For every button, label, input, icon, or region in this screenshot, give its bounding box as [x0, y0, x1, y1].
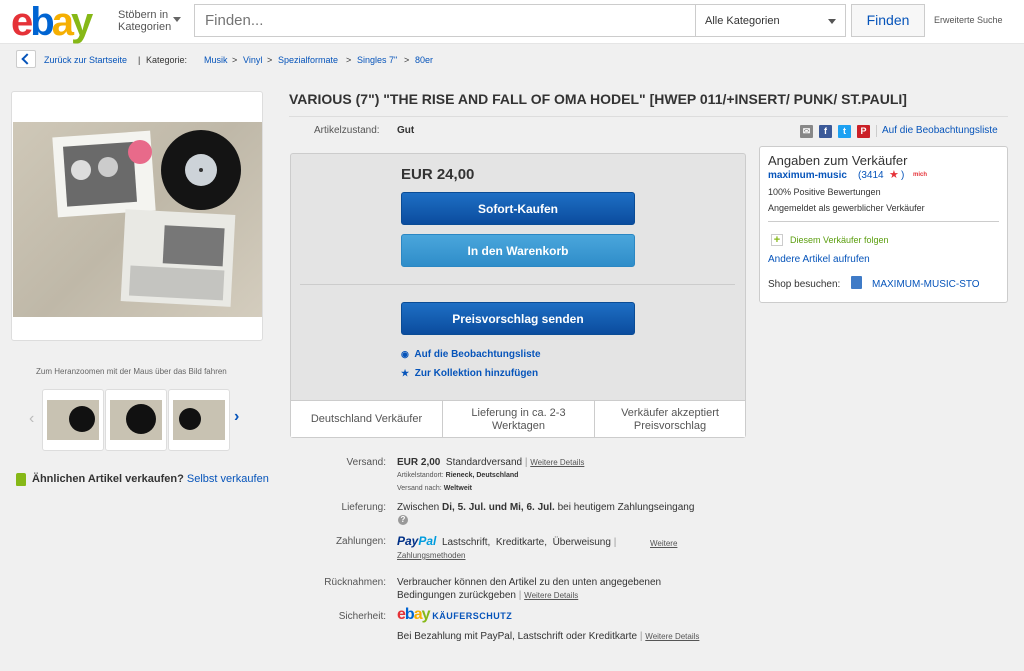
seller-positive: 100% Positive Bewertungen — [768, 187, 881, 197]
follow-seller-link[interactable]: Diesem Verkäufer folgen — [790, 235, 889, 245]
search-input[interactable] — [194, 4, 696, 37]
twitter-icon[interactable]: t — [838, 125, 851, 138]
sell-yourself-link[interactable]: Selbst verkaufen — [187, 473, 269, 485]
shipping-label: Versand: — [346, 457, 386, 468]
buy-now-button[interactable]: Sofort-Kaufen — [401, 192, 635, 225]
condition-value: Gut — [397, 125, 415, 136]
watch-link[interactable]: Auf die Beobachtungsliste — [882, 125, 998, 136]
find-button[interactable]: Finden — [851, 4, 925, 37]
browse-categories-button[interactable]: Stöbern in Kategorien — [118, 9, 178, 33]
eye-icon: ◉ — [401, 349, 409, 359]
advanced-search-link[interactable]: Erweiterte Suche — [934, 15, 1003, 25]
thumbnail-prev-icon[interactable]: ‹ — [29, 410, 34, 428]
breadcrumb-item[interactable]: Musik — [204, 55, 228, 65]
watch-list-link[interactable]: ◉ Auf die Beobachtungsliste — [401, 349, 541, 360]
seller-name-link[interactable]: maximum-music — [768, 170, 847, 181]
shipping-more-link[interactable]: Weitere Details — [530, 458, 584, 467]
breadcrumb-arrow: > — [267, 55, 273, 65]
breadcrumb-arrow: > — [346, 55, 352, 65]
security-label: Sicherheit: — [338, 611, 386, 622]
payment-more-link[interactable]: Weitere Zahlungsmethoden — [397, 538, 697, 562]
feature-strip: Deutschland Verkäufer Lieferung in ca. 2… — [291, 400, 745, 438]
breadcrumb-separator: | — [138, 55, 141, 65]
security-text: Bei Bezahlung mit PayPal, Lastschrift od… — [397, 631, 700, 642]
seller-feedback-score[interactable]: (3414 — [858, 170, 884, 181]
breadcrumb-item[interactable]: Spezialformate — [278, 55, 338, 65]
thumbnail-next-icon[interactable]: › — [234, 408, 239, 426]
returns-line-2: Bedingungen zurückgeben | Weitere Detail… — [397, 590, 579, 601]
breadcrumb-arrow: > — [232, 55, 238, 65]
star-icon: ★ — [401, 368, 410, 378]
divider — [300, 284, 735, 285]
feature-offers-accepted: Verkäufer akzeptiert Preisvorschlag — [621, 406, 719, 432]
other-items-link[interactable]: Andere Artikel aufrufen — [768, 254, 870, 265]
facebook-icon[interactable]: f — [819, 125, 832, 138]
add-collection-link[interactable]: ★ Zur Kollektion hinzufügen — [401, 368, 538, 379]
header: ebay Stöbern in Kategorien Alle Kategori… — [0, 0, 1024, 44]
price-tag-icon — [16, 473, 26, 486]
seller-title: Angaben zum Verkäufer — [768, 153, 908, 168]
breadcrumb-arrow: > — [404, 55, 410, 65]
breadcrumb-item[interactable]: Singles 7" — [357, 55, 397, 65]
item-location: Artikelstandort: Rieneck, Deutschland — [397, 472, 519, 479]
returns-more-link[interactable]: Weitere Details — [524, 591, 578, 600]
divider — [876, 125, 877, 137]
category-select[interactable]: Alle Kategorien — [695, 4, 846, 37]
returns-label: Rücknahmen: — [324, 577, 386, 588]
plus-icon[interactable]: + — [771, 234, 783, 246]
payment-label: Zahlungen: — [335, 536, 386, 547]
chevron-down-icon — [828, 19, 836, 24]
pinterest-icon[interactable]: P — [857, 125, 870, 138]
feature-german-seller: Deutschland Verkäufer — [310, 413, 423, 425]
item-title: VARIOUS (7") "THE RISE AND FALL OF OMA H… — [289, 91, 907, 107]
ebay-logo-small: ebay — [397, 606, 430, 623]
mail-icon[interactable]: ✉ — [800, 125, 813, 138]
chevron-down-icon — [173, 17, 181, 22]
product-image[interactable] — [13, 122, 262, 317]
breadcrumb-item[interactable]: Vinyl — [243, 55, 262, 65]
thumbnail-1[interactable] — [42, 389, 104, 451]
back-to-home-link[interactable]: Zurück zur Startseite — [44, 55, 127, 65]
seller-registered: Angemeldet als gewerblicher Verkäufer — [768, 203, 925, 213]
score-close: ) — [901, 170, 905, 181]
thumbnail-2[interactable] — [105, 389, 167, 451]
main-image-frame[interactable] — [11, 91, 263, 341]
breadcrumb-category-label: Kategorie: — [146, 55, 188, 65]
ships-to: Versand nach: Weltweit — [397, 485, 472, 492]
divider — [768, 221, 999, 222]
breadcrumb-item[interactable]: 80er — [415, 55, 433, 65]
returns-line-1: Verbraucher können den Artikel zu den un… — [397, 577, 662, 588]
feature-delivery: Lieferung in ca. 2-3 Werktagen — [471, 406, 566, 432]
sell-similar: Ähnlichen Artikel verkaufen? Selbst verk… — [32, 473, 269, 485]
make-offer-button[interactable]: Preisvorschlag senden — [401, 302, 635, 335]
buyer-protection: ebay KÄUFERSCHUTZ — [397, 606, 513, 623]
shop-link[interactable]: MAXIMUM-MUSIC-STO — [872, 279, 980, 290]
price: EUR 24,00 — [401, 166, 475, 183]
security-more-link[interactable]: Weitere Details — [645, 632, 699, 641]
shipping-value: EUR 2,00 Standardversand | Weitere Detai… — [397, 457, 585, 468]
store-icon — [851, 276, 862, 289]
add-to-cart-button[interactable]: In den Warenkorb — [401, 234, 635, 267]
star-icon: ★ — [889, 169, 899, 181]
back-icon[interactable] — [16, 50, 36, 68]
me-badge-icon[interactable]: mich — [913, 172, 927, 178]
zoom-hint: Zum Heranzoomen mit der Maus über das Bi… — [36, 367, 227, 376]
delivery-value: Zwischen Di, 5. Jul. und Mi, 6. Jul. bei… — [397, 502, 695, 513]
help-icon[interactable]: ? — [398, 515, 408, 525]
divider — [289, 116, 1008, 117]
delivery-label: Lieferung: — [341, 502, 386, 513]
ebay-logo[interactable]: ebay — [11, 2, 93, 42]
shop-label: Shop besuchen: — [768, 279, 841, 290]
thumbnail-3[interactable] — [168, 389, 230, 451]
condition-label: Artikelzustand: — [314, 125, 380, 136]
